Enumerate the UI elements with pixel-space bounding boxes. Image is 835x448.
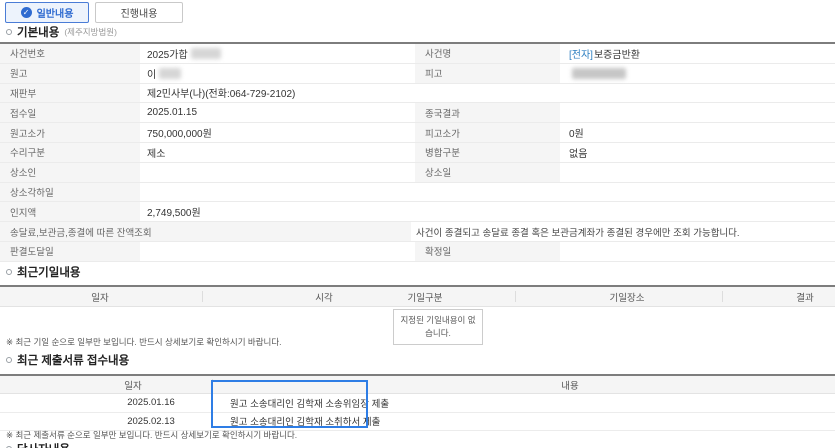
tab-general-content[interactable]: ✓ 일반내용	[5, 2, 89, 23]
hearings-col-place: 기일장소	[610, 290, 645, 304]
redacted-blur	[191, 48, 221, 59]
hearings-col-type: 기일구분	[408, 290, 443, 304]
documents-table: 일자 내용 2025.01.16 원고 소송대리인 김학재 소송위임장 제출 2…	[0, 374, 835, 431]
plaintiff-value: 이	[140, 64, 415, 83]
hearings-table: 일자 시각 기일구분 기일장소 결과 지정된 기일내용이 없습니다.	[0, 285, 835, 337]
defendant-claim-value: 0원	[560, 123, 835, 142]
hearings-section-title: 최근기일내용	[17, 264, 80, 280]
electronic-tag: [전자]	[569, 46, 593, 61]
appeal-date-value	[560, 163, 835, 182]
case-number-value: 2025가합	[140, 44, 415, 63]
appellant-label: 상소인	[0, 163, 140, 182]
defendant-claim-label: 피고소가	[415, 123, 560, 142]
judgment-delivery-label: 판결도달일	[0, 242, 140, 261]
document-date: 2025.02.13	[0, 413, 212, 431]
plaintiff-label: 원고	[0, 64, 140, 83]
column-divider	[212, 379, 213, 389]
plaintiff-claim-label: 원고소가	[0, 123, 140, 142]
case-name-label: 사건명	[415, 44, 560, 63]
hearings-col-date: 일자	[91, 290, 108, 304]
no-hearings-message: 지정된 기일내용이 없습니다.	[393, 309, 483, 345]
final-result-value	[560, 103, 835, 122]
case-number-label: 사건번호	[0, 44, 140, 63]
basic-section-title: 기본내용	[17, 24, 59, 40]
balance-inquiry-label: 송달료,보관금,종결에 따른 잔액조회	[0, 222, 411, 241]
court-dept-value: 제2민사부(나)(전화:064-729-2102)	[140, 84, 835, 103]
stamp-fee-value: 2,749,500원	[140, 202, 835, 221]
final-result-label: 종국결과	[415, 103, 560, 122]
table-row: 판결도달일 확정일	[0, 242, 835, 262]
table-row: 상소각하일	[0, 183, 835, 203]
court-dept-label: 재판부	[0, 84, 140, 103]
document-row: 2025.01.16 원고 소송대리인 김학재 소송위임장 제출	[0, 394, 835, 413]
case-name-value: [전자] 보증금반환	[560, 44, 835, 63]
court-name: (제주지방법원)	[64, 26, 117, 38]
documents-note: ※ 최근 제출서류 순으로 일부만 보입니다. 반드시 상세보기로 확인하시기 …	[6, 429, 297, 441]
document-content: 원고 소송대리인 김학재 소송위임장 제출	[212, 394, 835, 412]
table-row: 원고 이 피고	[0, 64, 835, 84]
table-row: 원고소가 750,000,000원 피고소가 0원	[0, 123, 835, 143]
table-row: 수리구분 제소 병합구분 없음	[0, 143, 835, 163]
filing-date-label: 접수일	[0, 103, 140, 122]
merge-label: 병합구분	[415, 143, 560, 162]
defendant-label: 피고	[415, 64, 560, 83]
basic-info-table: 사건번호 2025가합 사건명 [전자] 보증금반환 원고 이 피고 재판부 제…	[0, 42, 835, 262]
check-circle-icon: ✓	[21, 7, 32, 18]
balance-inquiry-notice: 사건이 종결되고 송달료 종결 혹은 보관금계좌가 종결된 경우에만 조회 가능…	[411, 222, 835, 241]
table-row: 접수일 2025.01.15 종국결과	[0, 103, 835, 123]
document-content: 원고 소송대리인 김학재 소취하서 제출	[212, 413, 835, 431]
stamp-fee-label: 인지액	[0, 202, 140, 221]
merge-value: 없음	[560, 143, 835, 162]
judgment-delivery-value	[140, 242, 415, 261]
document-date: 2025.01.16	[0, 394, 212, 412]
documents-section-header: 최근 제출서류 접수내용	[6, 352, 129, 368]
tab-progress-label: 진행내용	[121, 5, 158, 20]
hearings-section-header: 최근기일내용	[6, 264, 80, 280]
hearings-table-header: 일자 시각 기일구분 기일장소 결과	[0, 287, 835, 307]
parties-section-title: 당사자내용	[17, 441, 70, 448]
tab-general-label: 일반내용	[37, 5, 74, 20]
circle-bullet-icon	[6, 269, 12, 275]
table-row: 송달료,보관금,종결에 따른 잔액조회 사건이 종결되고 송달료 종결 혹은 보…	[0, 222, 835, 242]
case-detail-page: ✓ 일반내용 진행내용 기본내용 (제주지방법원) 사건번호 2025가합 사건…	[0, 0, 835, 448]
column-divider	[515, 291, 516, 302]
documents-col-content: 내용	[561, 378, 578, 392]
redacted-blur	[572, 68, 626, 79]
hearings-note: ※ 최근 기일 순으로 일부만 보입니다. 반드시 상세보기로 확인하시기 바랍…	[6, 336, 282, 348]
acceptance-value: 제소	[140, 143, 415, 162]
table-row: 사건번호 2025가합 사건명 [전자] 보증금반환	[0, 44, 835, 64]
parties-section-header: 당사자내용	[6, 441, 70, 448]
defendant-value	[560, 64, 835, 83]
hearings-col-result: 결과	[796, 290, 813, 304]
table-row: 재판부 제2민사부(나)(전화:064-729-2102)	[0, 84, 835, 104]
table-row: 인지액 2,749,500원	[0, 202, 835, 222]
appeal-dismissal-value	[140, 183, 835, 202]
confirm-date-value	[560, 242, 835, 261]
hearings-table-body: 지정된 기일내용이 없습니다.	[0, 307, 835, 337]
column-divider	[202, 291, 203, 302]
column-divider	[722, 291, 723, 302]
plaintiff-claim-value: 750,000,000원	[140, 123, 415, 142]
basic-section-header: 기본내용 (제주지방법원)	[6, 24, 117, 40]
confirm-date-label: 확정일	[415, 242, 560, 261]
appeal-dismissal-label: 상소각하일	[0, 183, 140, 202]
documents-section-title: 최근 제출서류 접수내용	[17, 352, 129, 368]
appeal-date-label: 상소일	[415, 163, 560, 182]
documents-table-header: 일자 내용	[0, 376, 835, 394]
hearings-col-time: 시각	[315, 290, 332, 304]
tab-progress-content[interactable]: 진행내용	[95, 2, 183, 23]
appellant-value	[140, 163, 415, 182]
table-row: 상소인 상소일	[0, 163, 835, 183]
circle-bullet-icon	[6, 357, 12, 363]
redacted-blur	[159, 68, 181, 79]
documents-col-date: 일자	[124, 378, 141, 392]
circle-bullet-icon	[6, 29, 12, 35]
acceptance-label: 수리구분	[0, 143, 140, 162]
filing-date-value: 2025.01.15	[140, 103, 415, 122]
